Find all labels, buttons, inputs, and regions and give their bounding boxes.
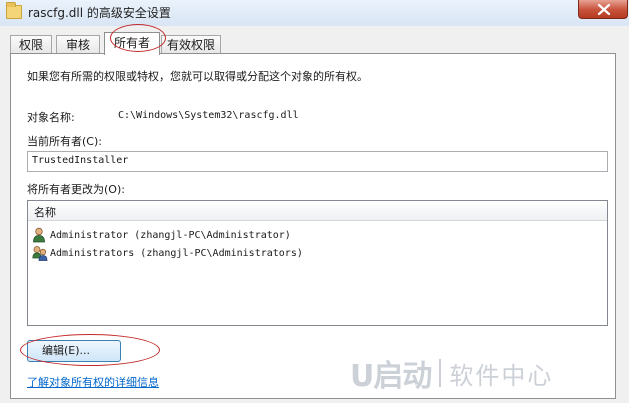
object-name-value: C:\Windows\System32\rascfg.dll: [118, 110, 299, 121]
tab-permissions[interactable]: 权限: [10, 35, 52, 54]
tab-auditing[interactable]: 审核: [56, 35, 100, 54]
window-title: rascfg.dll 的高级安全设置: [28, 6, 171, 20]
owner-list[interactable]: 名称 Administrator (zhangjl-PC\Administrat…: [27, 200, 608, 326]
user-icon: [33, 227, 45, 243]
description-text: 如果您有所需的权限或特权，您就可以取得或分配这个对象的所有权。: [27, 70, 368, 83]
current-owner-field[interactable]: TrustedInstaller: [27, 151, 608, 172]
learn-more-link[interactable]: 了解对象所有权的详细信息: [27, 374, 159, 390]
list-column-header[interactable]: 名称: [28, 201, 607, 221]
watermark: U启动 软件中心: [350, 352, 625, 394]
watermark-text: 软件中心: [449, 361, 554, 390]
users-group-icon: [32, 246, 48, 261]
close-button[interactable]: [578, 0, 628, 19]
title-bar: rascfg.dll 的高级安全设置: [0, 0, 629, 26]
list-item-label: Administrator (zhangjl-PC\Administrator): [50, 230, 291, 241]
tab-effective-permissions[interactable]: 有效权限: [161, 35, 221, 54]
annotation-circle-owner-tab: [110, 24, 166, 52]
watermark-logo: U启动: [350, 359, 432, 394]
close-icon: [597, 4, 611, 15]
annotation-circle-edit-button: [20, 334, 160, 366]
object-name-label: 对象名称:: [27, 111, 75, 124]
watermark-divider: [439, 359, 442, 387]
list-item-label: Administrators (zhangjl-PC\Administrator…: [50, 248, 303, 259]
current-owner-label: 当前所有者(C):: [27, 135, 102, 148]
change-owner-label: 将所有者更改为(O):: [27, 183, 125, 196]
folder-icon: [6, 2, 22, 19]
